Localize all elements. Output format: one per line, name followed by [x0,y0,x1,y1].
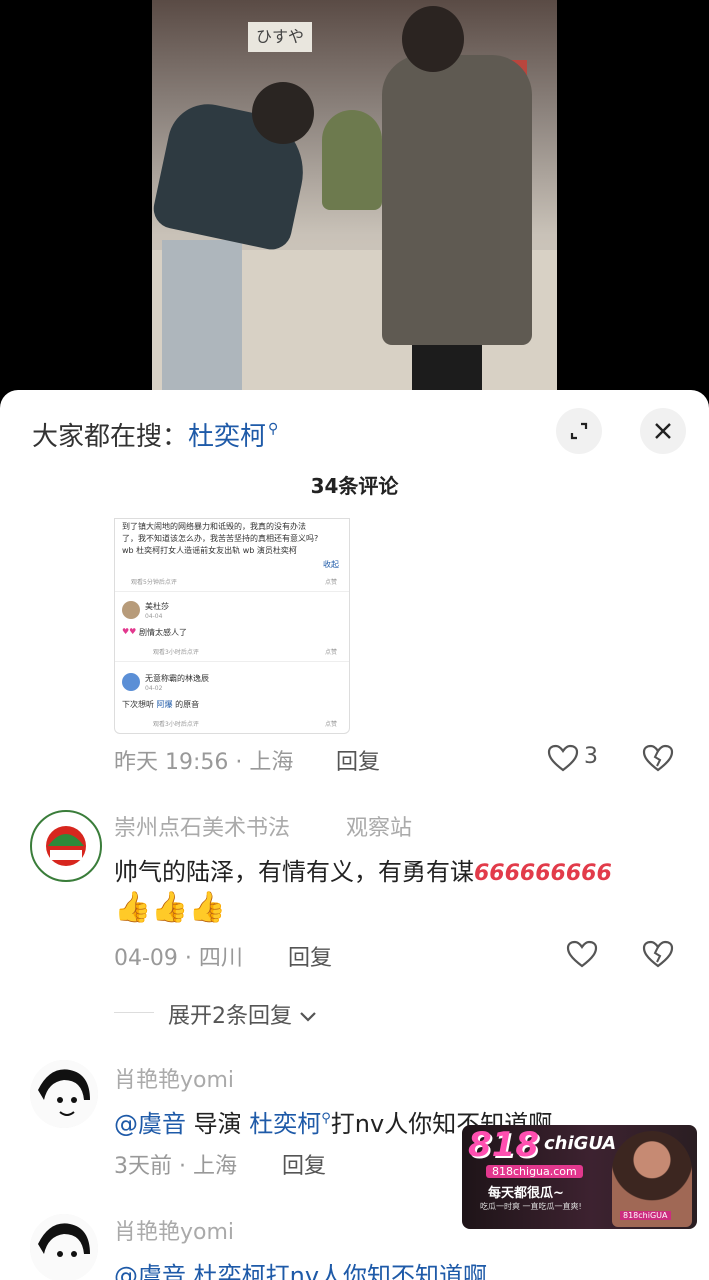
video-man-left-legs [162,240,242,392]
ad-logo-sub: chiGUA [544,1133,617,1154]
embed-avatar [122,673,140,691]
comment-image[interactable]: 到了镇大闹地的网络暴力和诋毁的，我真的没有办法 了，我不知道该怎么办，我苦苦坚持… [114,518,350,734]
comment-text-main: 帅气的陆泽，有情有义，有勇有谋 [114,858,474,886]
close-button[interactable] [640,408,686,454]
broken-heart-icon [642,940,674,968]
video-man-right [382,55,532,345]
comment-meta: 04-09 · 四川 [114,946,243,971]
trending-search-keyword[interactable]: 杜奕柯 [188,422,266,452]
comment-text-mid: 导演 [186,1110,250,1138]
comment-meta: 3天前 · 上海 [114,1154,237,1179]
like-count: 3 [584,744,598,769]
heart-icon [566,940,598,968]
embed-like: 点赞 [325,721,338,728]
comment-time: 04-09 [114,946,178,971]
embed-time: 观看5分钟后点评 [131,579,177,586]
comment-meta: 昨天 19:56 · 上海 [114,750,294,775]
embed-divider [115,661,349,662]
embed-time: 观看3小时后点评 [153,649,199,656]
expand-replies-button[interactable]: 展开2条回复 [168,998,317,1030]
video-shop-sign: ひすや [248,22,312,52]
embed-avatar [122,601,140,619]
search-icon[interactable]: ⚲ [268,421,278,437]
comment-location: 四川 [198,946,243,971]
like-button[interactable] [547,744,579,776]
cartoon-avatar-icon [30,1214,98,1280]
expand-divider [114,1012,154,1013]
comment-author[interactable]: 崇州点石美术书法 [114,810,290,842]
video-flower-bouquet [322,110,382,210]
embed-text: 下次想听 阿爆 的原音 [122,699,199,710]
mention-link[interactable]: 杜奕柯 [249,1110,321,1138]
embed-text-pre: 下次想听 [122,700,154,709]
ad-slogan: 每天都很瓜~ [488,1186,564,1201]
comment-location: 上海 [192,1154,237,1179]
avatar[interactable] [30,1214,98,1280]
avatar[interactable] [30,810,102,882]
comment-author[interactable]: 肖艳艳yomi [114,1214,234,1246]
ad-logo: 818 [468,1125,539,1165]
close-icon [655,423,671,439]
embed-like: 点赞 [325,649,338,656]
embed-mention: 阿爆 [156,700,173,709]
thumbs-up-icon: 👍👍👍 [114,890,227,925]
comment-author[interactable]: 肖艳艳yomi [114,1062,234,1094]
search-icon[interactable]: ⚲ [321,1111,331,1126]
embed-name: 无意称霸的林逸辰 [145,674,209,683]
embed-divider [115,591,349,592]
comment-count: 34条评论 [310,474,399,498]
expand-replies-label: 展开2条回复 [168,1004,292,1029]
comment-time: 昨天 19:56 [114,750,229,775]
emoji-666: 666666666 [474,861,612,886]
video-player[interactable]: ひすや [152,0,557,392]
embed-text: 剧情太感人了 [139,628,187,637]
embed-like: 点赞 [325,579,338,586]
heart-icon [547,744,579,772]
embed-name: 美杜莎 [145,602,169,611]
ad-corner-label: 818chiGUA [620,1211,671,1220]
avatar[interactable] [30,1060,98,1128]
embed-emoji: ♥♥ [122,627,137,636]
chevron-down-icon [300,1012,316,1022]
comment-sheet: 大家都在搜：杜奕柯 ⚲ 34条评论 到了镇大闹地的网络暴力和诋毁的，我真的没有办法… [0,390,709,1280]
embed-time: 观看3小时后点评 [153,721,199,728]
ad-banner[interactable]: 818 chiGUA 818chigua.com 每天都很瓜~ 吃瓜一时爽 一直… [462,1125,697,1229]
cartoon-avatar-icon [30,1060,98,1128]
comment-text: @虞音 杜奕柯打nv人你知不知道啊 [114,1262,488,1280]
comment-text: 帅气的陆泽，有情有义，有勇有谋666666666 [114,852,612,887]
embed-text-post: 的原音 [175,700,200,709]
trending-search: 大家都在搜：杜奕柯 ⚲ [32,416,278,453]
comment-time: 3天前 [114,1154,172,1179]
reply-button[interactable]: 回复 [336,744,380,776]
reply-button[interactable]: 回复 [288,940,332,972]
broken-heart-icon [642,744,674,772]
embed-date: 04-04 [145,613,163,620]
mention-link[interactable]: @虞音 [114,1110,186,1138]
video-man-left-head [252,82,314,144]
ad-domain: 818chigua.com [486,1165,583,1178]
embed-line: wb 杜奕柯打女人造谣前女友出轨 wb 演员杜奕柯 [122,546,297,555]
expand-icon [570,422,588,440]
embed-date: 04-02 [145,685,163,692]
expand-button[interactable] [556,408,602,454]
trending-search-prefix: 大家都在搜： [32,422,189,452]
embed-line: 了，我不知道该怎么办，我苦苦坚持的真相还有意义吗? [122,534,319,543]
dislike-button[interactable] [642,744,674,776]
reply-button[interactable]: 回复 [282,1148,326,1180]
school-logo-icon [34,814,98,878]
embed-line: 到了镇大闹地的网络暴力和诋毁的，我真的没有办法 [122,522,306,531]
like-button[interactable] [566,940,598,972]
ad-tagline: 吃瓜一时爽 一直吃瓜一直爽! [480,1202,582,1211]
embed-collapse: 收起 [323,560,339,569]
video-man-right-head [402,6,464,72]
comment-location: 上海 [249,750,294,775]
dislike-button[interactable] [642,940,674,972]
author-tag: 观察站 [346,816,413,841]
